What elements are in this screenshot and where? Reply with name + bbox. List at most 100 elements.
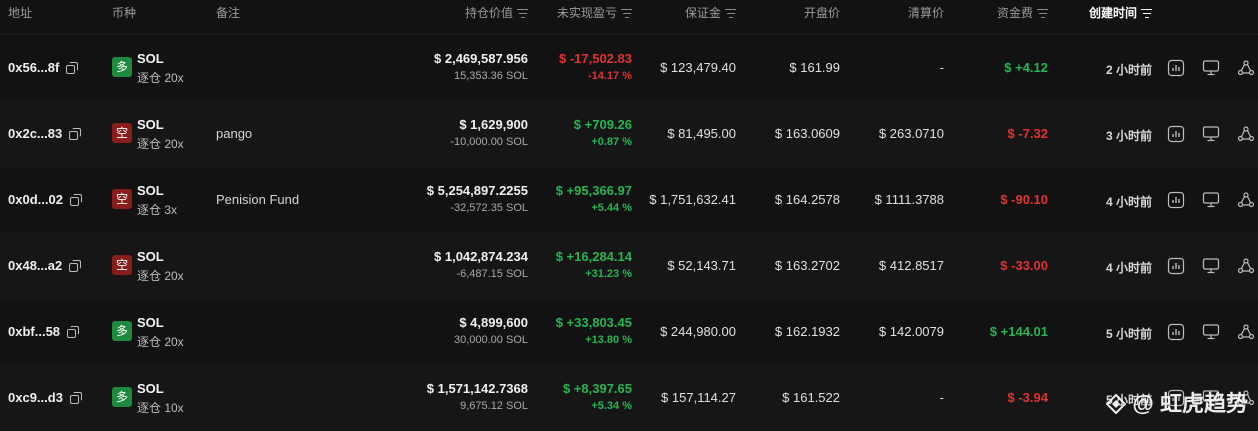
side-badge: 多 — [112, 321, 132, 341]
margin-value: $ 123,479.40 — [660, 60, 736, 75]
address-link[interactable]: 0xbf...58 — [8, 324, 80, 339]
open-price: $ 161.99 — [789, 60, 840, 75]
sort-icon[interactable] — [725, 9, 736, 18]
network-icon[interactable] — [1237, 191, 1255, 209]
side-badge: 多 — [112, 57, 132, 77]
table-header: 地址 币种 备注 持仓价值 未实现盈亏 保证金 开盘价 清算价 资金费 创建时间 — [0, 0, 1258, 35]
address-link[interactable]: 0x0d...02 — [8, 192, 82, 207]
margin-value: $ 52,143.71 — [667, 258, 736, 273]
unrealized-pnl: $ -17,502.83 — [558, 51, 632, 66]
copy-icon[interactable] — [69, 260, 82, 272]
position-size: 30,000.00 SOL — [453, 334, 528, 346]
chart-icon[interactable] — [1167, 59, 1185, 77]
funding-fee: $ -33.00 — [1000, 258, 1048, 273]
table-row[interactable]: 0xbf...58 多 SOL 逐仓 20x $ 4,899,600 30,00… — [0, 299, 1258, 365]
margin-type: 逐仓 20x — [137, 335, 184, 349]
sort-icon[interactable] — [517, 9, 528, 18]
created-time: 5 小时前 — [1105, 327, 1152, 341]
network-icon[interactable] — [1237, 125, 1255, 143]
header-note: 备注 — [216, 6, 241, 20]
unrealized-pnl: $ +8,397.65 — [562, 381, 632, 396]
sort-icon[interactable] — [1141, 9, 1152, 18]
monitor-icon[interactable] — [1202, 191, 1220, 209]
coin-name: SOL — [137, 381, 164, 396]
position-value: $ 2,469,587.956 — [434, 51, 528, 66]
coin-name: SOL — [137, 51, 164, 66]
created-time: 3 小时前 — [1105, 129, 1152, 143]
address-link[interactable]: 0x2c...83 — [8, 126, 82, 141]
margin-type: 逐仓 10x — [137, 401, 184, 415]
copy-icon[interactable] — [69, 392, 82, 404]
header-margin[interactable]: 保证金 — [685, 0, 736, 34]
unrealized-pnl: $ +95,366.97 — [555, 183, 632, 198]
sort-icon[interactable] — [621, 9, 632, 18]
diamond-logo-icon — [1106, 393, 1127, 415]
coin-name: SOL — [137, 249, 164, 264]
unrealized-pnl-percent: +13.80 % — [585, 334, 632, 346]
position-size: 15,353.36 SOL — [453, 70, 528, 82]
liq-price: - — [939, 60, 944, 75]
position-size: -32,572.35 SOL — [450, 202, 528, 214]
address-link[interactable]: 0x56...8f — [8, 60, 79, 75]
margin-value: $ 1,751,632.41 — [649, 192, 736, 207]
unrealized-pnl: $ +709.26 — [573, 117, 632, 132]
copy-icon[interactable] — [67, 326, 80, 338]
network-icon[interactable] — [1237, 257, 1255, 275]
network-icon[interactable] — [1237, 323, 1255, 341]
header-coin: 币种 — [112, 6, 137, 20]
network-icon[interactable] — [1237, 59, 1255, 77]
margin-type: 逐仓 20x — [137, 71, 184, 85]
liq-price: $ 1111.3788 — [874, 192, 944, 207]
side-badge: 空 — [112, 189, 132, 209]
table-row[interactable]: 0x48...a2 空 SOL 逐仓 20x $ 1,042,874.234 -… — [0, 233, 1258, 299]
coin-name: SOL — [137, 315, 164, 330]
header-created-time[interactable]: 创建时间 — [1089, 0, 1152, 34]
liq-price: $ 263.0710 — [878, 126, 944, 141]
margin-value: $ 81,495.00 — [667, 126, 736, 141]
margin-value: $ 244,980.00 — [660, 324, 736, 339]
position-value: $ 5,254,897.2255 — [426, 183, 528, 198]
header-liq-price: 清算价 — [907, 6, 944, 20]
monitor-icon[interactable] — [1202, 59, 1220, 77]
unrealized-pnl-percent: +31.23 % — [585, 268, 632, 280]
chart-icon[interactable] — [1167, 257, 1185, 275]
copy-icon[interactable] — [66, 62, 79, 74]
address-link[interactable]: 0xc9...d3 — [8, 390, 82, 405]
funding-fee: $ -3.94 — [1007, 390, 1048, 405]
position-value: $ 1,042,874.234 — [434, 249, 528, 264]
position-value: $ 1,629,900 — [459, 117, 528, 132]
liq-price: $ 412.8517 — [878, 258, 944, 273]
position-value: $ 1,571,142.7368 — [426, 381, 528, 396]
copy-icon[interactable] — [69, 128, 82, 140]
table-row[interactable]: 0xc9...d3 多 SOL 逐仓 10x $ 1,571,142.7368 … — [0, 365, 1258, 431]
monitor-icon[interactable] — [1202, 257, 1220, 275]
table-row[interactable]: 0x56...8f 多 SOL 逐仓 20x $ 2,469,587.956 1… — [0, 35, 1258, 101]
position-size: -10,000.00 SOL — [450, 136, 528, 148]
monitor-icon[interactable] — [1202, 125, 1220, 143]
header-position-value[interactable]: 持仓价值 — [465, 0, 528, 34]
created-time: 4 小时前 — [1105, 261, 1152, 275]
table-row[interactable]: 0x2c...83 空 SOL 逐仓 20x pango $ 1,629,900… — [0, 101, 1258, 167]
unrealized-pnl-percent: +0.87 % — [591, 136, 632, 148]
unrealized-pnl: $ +33,803.45 — [555, 315, 632, 330]
funding-fee: $ +144.01 — [989, 324, 1048, 339]
header-funding-fee[interactable]: 资金费 — [997, 0, 1048, 34]
address-link[interactable]: 0x48...a2 — [8, 258, 82, 273]
position-size: 9,675.12 SOL — [460, 400, 528, 412]
sort-icon[interactable] — [1037, 9, 1048, 18]
margin-type: 逐仓 3x — [137, 203, 178, 217]
monitor-icon[interactable] — [1202, 323, 1220, 341]
created-time: 2 小时前 — [1105, 63, 1152, 77]
margin-type: 逐仓 20x — [137, 137, 184, 151]
copy-icon[interactable] — [69, 194, 82, 206]
margin-value: $ 157,114.27 — [661, 390, 736, 405]
coin-name: SOL — [137, 183, 164, 198]
liq-price: $ 142.0079 — [878, 324, 944, 339]
unrealized-pnl: $ +16,284.14 — [555, 249, 632, 264]
chart-icon[interactable] — [1167, 191, 1185, 209]
margin-type: 逐仓 20x — [137, 269, 184, 283]
header-unrealized-pnl[interactable]: 未实现盈亏 — [557, 0, 632, 34]
chart-icon[interactable] — [1167, 125, 1185, 143]
chart-icon[interactable] — [1167, 323, 1185, 341]
table-row[interactable]: 0x0d...02 空 SOL 逐仓 3x Penision Fund $ 5,… — [0, 167, 1258, 233]
